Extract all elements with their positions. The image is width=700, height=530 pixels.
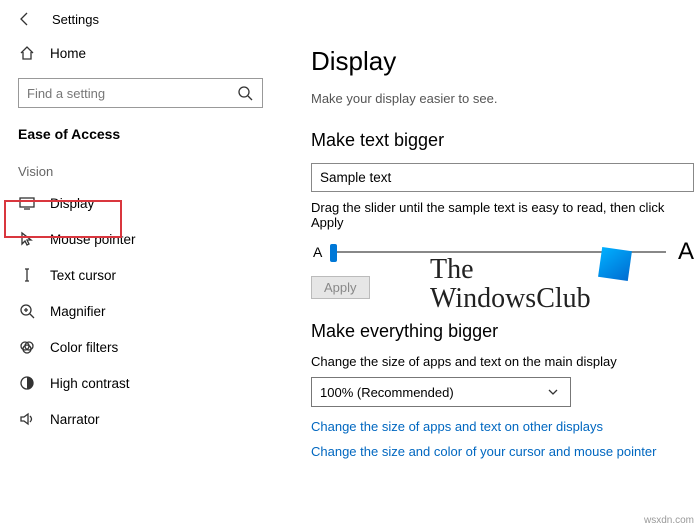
- search-placeholder: Find a setting: [27, 86, 105, 101]
- scale-description: Change the size of apps and text on the …: [311, 354, 694, 369]
- sidebar-item-text-cursor[interactable]: Text cursor: [4, 257, 275, 293]
- slider-hint: Drag the slider until the sample text is…: [311, 200, 694, 230]
- nav-label: Magnifier: [50, 304, 106, 319]
- search-icon: [236, 84, 254, 102]
- home-button[interactable]: Home: [4, 38, 275, 68]
- window-header: Settings: [0, 0, 700, 38]
- sidebar-item-magnifier[interactable]: Magnifier: [4, 293, 275, 329]
- home-icon: [18, 44, 36, 62]
- page-title: Display: [311, 46, 694, 77]
- magnifier-icon: [18, 302, 36, 320]
- nav-label: Display: [50, 196, 94, 211]
- sidebar-item-narrator[interactable]: Narrator: [4, 401, 275, 437]
- link-other-displays[interactable]: Change the size of apps and text on othe…: [311, 419, 694, 434]
- main-content: Display Make your display easier to see.…: [275, 38, 700, 528]
- slider-max-label: A: [678, 238, 694, 266]
- text-cursor-icon: [18, 266, 36, 284]
- sidebar-item-display[interactable]: Display: [4, 185, 275, 221]
- search-input[interactable]: Find a setting: [18, 78, 263, 108]
- high-contrast-icon: [18, 374, 36, 392]
- nav-label: Narrator: [50, 412, 100, 427]
- scale-dropdown[interactable]: 100% (Recommended): [311, 377, 571, 407]
- section-make-text-bigger: Make text bigger: [311, 130, 694, 151]
- page-subtitle: Make your display easier to see.: [311, 91, 694, 106]
- sidebar: Home Find a setting Ease of Access Visio…: [0, 38, 275, 528]
- sidebar-item-mouse-pointer[interactable]: Mouse pointer: [4, 221, 275, 257]
- nav-label: Color filters: [50, 340, 118, 355]
- display-icon: [18, 194, 36, 212]
- sidebar-item-color-filters[interactable]: Color filters: [4, 329, 275, 365]
- apply-button[interactable]: Apply: [311, 276, 370, 299]
- nav-label: Mouse pointer: [50, 232, 136, 247]
- narrator-icon: [18, 410, 36, 428]
- section-title: Ease of Access: [4, 122, 275, 154]
- slider-track[interactable]: [330, 251, 666, 253]
- group-title: Vision: [4, 154, 275, 185]
- color-filters-icon: [18, 338, 36, 356]
- slider-thumb[interactable]: [330, 244, 337, 262]
- sample-text-box: Sample text: [311, 163, 694, 192]
- home-label: Home: [50, 46, 86, 61]
- slider-min-label: A: [313, 244, 322, 260]
- text-size-slider[interactable]: A A: [311, 238, 694, 266]
- link-cursor-pointer[interactable]: Change the size and color of your cursor…: [311, 444, 694, 459]
- sidebar-item-high-contrast[interactable]: High contrast: [4, 365, 275, 401]
- back-icon[interactable]: [16, 10, 34, 28]
- section-make-everything-bigger: Make everything bigger: [311, 321, 694, 342]
- dropdown-value: 100% (Recommended): [320, 385, 454, 400]
- chevron-down-icon: [544, 383, 562, 401]
- nav-label: High contrast: [50, 376, 130, 391]
- footer-watermark: wsxdn.com: [644, 515, 694, 526]
- nav-label: Text cursor: [50, 268, 116, 283]
- mouse-pointer-icon: [18, 230, 36, 248]
- window-title: Settings: [52, 12, 99, 27]
